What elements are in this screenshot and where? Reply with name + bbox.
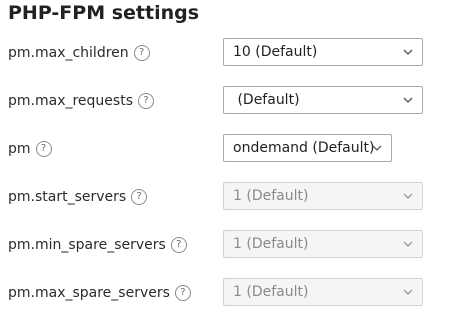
chevron-down-icon	[403, 96, 413, 104]
max-children-select[interactable]: 10 (Default)	[223, 38, 423, 66]
field-label-text: pm.min_spare_servers	[8, 237, 166, 253]
select-value: 1 (Default)	[233, 236, 309, 252]
chevron-down-icon	[372, 144, 382, 152]
chevron-down-icon	[403, 192, 413, 200]
pm-select[interactable]: ondemand (Default)	[223, 134, 392, 162]
field-row-min-spare-servers: pm.min_spare_servers ? 1 (Default)	[0, 230, 459, 260]
chevron-down-icon	[403, 240, 413, 248]
help-icon[interactable]: ?	[174, 285, 191, 301]
max-requests-select[interactable]: (Default)	[223, 86, 423, 114]
field-row-max-requests: pm.max_requests ? (Default)	[0, 86, 459, 116]
help-icon[interactable]: ?	[133, 45, 150, 61]
field-row-max-children: pm.max_children ? 10 (Default)	[0, 38, 459, 68]
field-label-max-children: pm.max_children ?	[8, 38, 150, 68]
select-value: ondemand (Default)	[233, 140, 375, 156]
field-row-start-servers: pm.start_servers ? 1 (Default)	[0, 182, 459, 212]
field-label-text: pm.max_children	[8, 45, 129, 61]
field-label-max-requests: pm.max_requests ?	[8, 86, 154, 116]
field-label-text: pm.start_servers	[8, 189, 127, 205]
max-spare-servers-select: 1 (Default)	[223, 278, 423, 306]
field-label-text: pm.max_requests	[8, 93, 133, 109]
field-label-text: pm	[8, 141, 31, 157]
field-label-text: pm.max_spare_servers	[8, 285, 170, 301]
field-label-max-spare-servers: pm.max_spare_servers ?	[8, 278, 191, 308]
select-value: 1 (Default)	[233, 188, 309, 204]
min-spare-servers-select: 1 (Default)	[223, 230, 423, 258]
select-value: (Default)	[233, 92, 300, 108]
field-label-pm: pm ?	[8, 134, 52, 164]
chevron-down-icon	[403, 48, 413, 56]
field-label-min-spare-servers: pm.min_spare_servers ?	[8, 230, 187, 260]
field-row-max-spare-servers: pm.max_spare_servers ? 1 (Default)	[0, 278, 459, 308]
select-value: 1 (Default)	[233, 284, 309, 300]
help-icon[interactable]: ?	[138, 93, 154, 109]
help-icon[interactable]: ?	[170, 237, 187, 253]
start-servers-select: 1 (Default)	[223, 182, 423, 210]
select-value: 10 (Default)	[233, 44, 318, 60]
field-row-pm: pm ? ondemand (Default)	[0, 134, 459, 164]
field-label-start-servers: pm.start_servers ?	[8, 182, 148, 212]
chevron-down-icon	[403, 288, 413, 296]
help-icon[interactable]: ?	[35, 141, 52, 157]
help-icon[interactable]: ?	[131, 189, 148, 205]
section-title: PHP-FPM settings	[8, 2, 200, 24]
